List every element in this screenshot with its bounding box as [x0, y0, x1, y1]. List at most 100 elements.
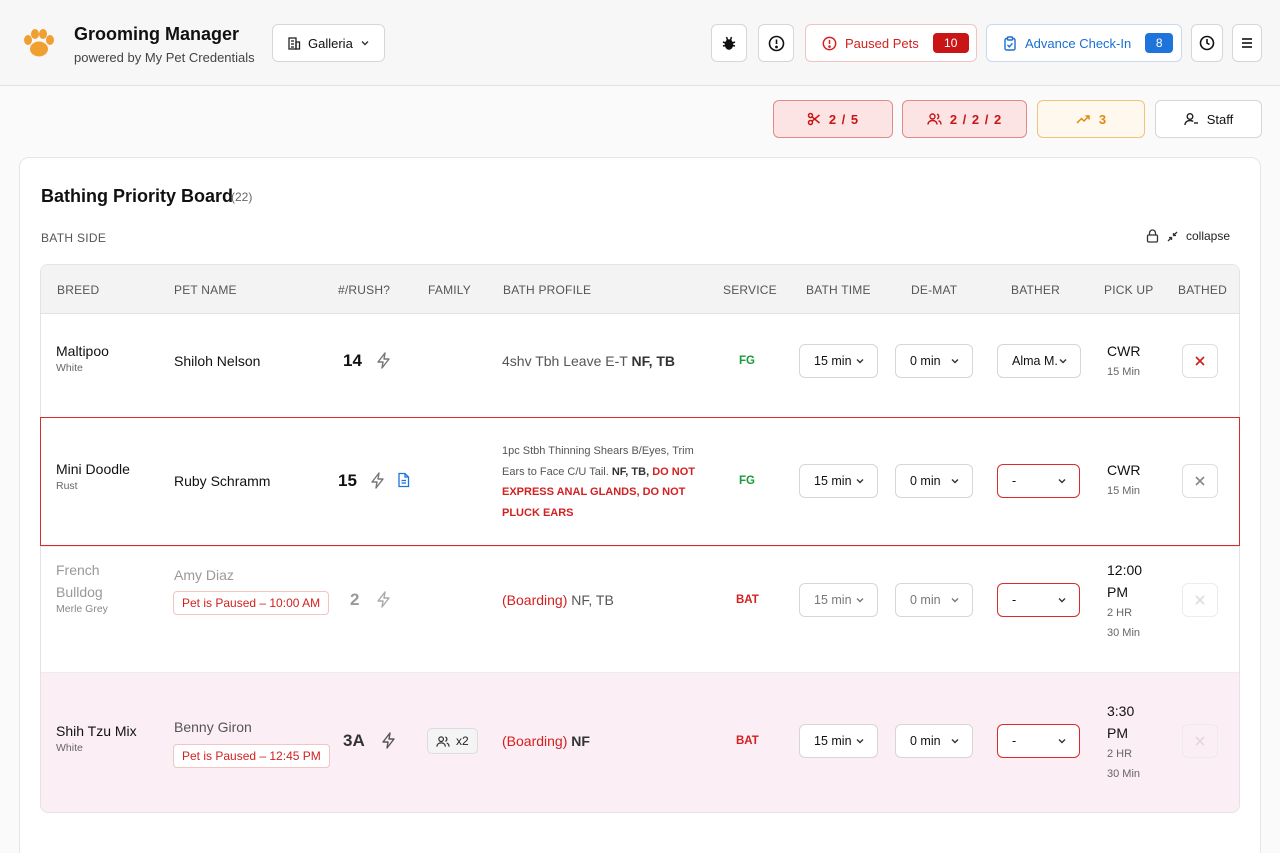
de-mat-select[interactable]: 0 min — [895, 724, 973, 758]
mark-bathed-button[interactable] — [1182, 583, 1218, 617]
clipboard-check-icon — [1003, 35, 1017, 51]
de-mat-value: 0 min — [910, 593, 941, 607]
service-code: BAT — [736, 594, 759, 606]
breed-name: Maltipoo — [56, 343, 109, 359]
bath-profile: 1pc Stbh Thinning Shears B/Eyes, Trim Ea… — [502, 441, 707, 523]
pickup-time: 12:00 — [1107, 562, 1143, 578]
bather-select[interactable]: - — [997, 464, 1080, 498]
column-header-bath-time[interactable]: BATH TIME — [806, 283, 871, 297]
pickup-eta: 15 Min — [1107, 485, 1141, 497]
profile-bold-text: NF, TB — [631, 353, 676, 369]
de-mat-select[interactable]: 0 min — [895, 344, 973, 378]
pet-name[interactable]: Benny Giron — [174, 719, 252, 735]
bathing-table: BREED PET NAME #/RUSH? FAMILY BATH PROFI… — [40, 264, 1240, 813]
boarding-tag: (Boarding) — [502, 592, 568, 608]
column-header-de-mat[interactable]: DE-MAT — [911, 283, 957, 297]
breed-name-line2: Bulldog — [56, 584, 103, 600]
alerts-button[interactable] — [758, 24, 794, 62]
scissors-icon — [807, 112, 821, 126]
pickup-cell: 3:30 PM 2 HR 30 Min — [1107, 700, 1140, 784]
pickup-eta-minutes: 30 Min — [1107, 768, 1141, 780]
column-header-breed[interactable]: BREED — [57, 283, 99, 297]
mark-bathed-button[interactable] — [1182, 724, 1218, 758]
bolt-icon[interactable] — [376, 352, 391, 369]
service-code: BAT — [736, 735, 759, 747]
paw-icon — [22, 26, 56, 60]
table-row[interactable]: French Bulldog Merle Grey Amy Diaz Pet i… — [41, 547, 1239, 673]
table-row[interactable]: Maltipoo White Shiloh Nelson 14 4shv Tbh… — [41, 314, 1239, 418]
pickup-cell: CWR 15 Min — [1107, 459, 1140, 501]
x-icon — [1194, 594, 1206, 606]
family-tag[interactable]: x2 — [427, 728, 478, 754]
location-label: Galleria — [308, 35, 353, 51]
pickup-meridiem: PM — [1107, 584, 1128, 600]
service-code: FG — [739, 355, 755, 367]
bolt-icon[interactable] — [376, 591, 391, 608]
pet-name[interactable]: Shiloh Nelson — [174, 353, 260, 369]
chevron-down-icon — [1057, 595, 1067, 605]
bath-time-select[interactable]: 15 min — [799, 344, 878, 378]
column-header-bather[interactable]: BATHER — [1011, 283, 1060, 297]
pet-name[interactable]: Amy Diaz — [174, 567, 234, 583]
column-header-rush[interactable]: #/RUSH? — [338, 283, 390, 297]
groom-capacity-stat[interactable]: 2 / 5 — [773, 100, 893, 138]
paused-status-tag: Pet is Paused – 12:45 PM — [173, 744, 330, 768]
lock-icon — [1146, 229, 1159, 243]
menu-button[interactable] — [1232, 24, 1262, 62]
bug-icon — [721, 35, 737, 51]
history-button[interactable] — [1191, 24, 1223, 62]
table-header: BREED PET NAME #/RUSH? FAMILY BATH PROFI… — [41, 265, 1239, 314]
de-mat-select[interactable]: 0 min — [895, 464, 973, 498]
bolt-icon[interactable] — [370, 472, 385, 489]
collapse-label: collapse — [1186, 229, 1231, 243]
bather-value: - — [1012, 474, 1017, 488]
bath-time-select[interactable]: 15 min — [799, 724, 878, 758]
profile-bold-text: NF — [567, 733, 590, 749]
advance-checkin-button[interactable]: Advance Check-In 8 — [986, 24, 1182, 62]
bather-select[interactable]: - — [997, 724, 1080, 758]
collapse-toggle[interactable]: collapse — [1146, 229, 1230, 243]
document-icon[interactable] — [397, 472, 410, 488]
chevron-down-icon — [1057, 476, 1067, 486]
pet-name[interactable]: Ruby Schramm — [174, 473, 270, 489]
de-mat-select[interactable]: 0 min — [895, 583, 973, 617]
location-select[interactable]: Galleria — [272, 24, 385, 62]
column-header-pick-up[interactable]: PICK UP — [1104, 283, 1153, 297]
profile-text: 4shv Tbh Leave E-T — [502, 353, 632, 369]
bath-time-select[interactable]: 15 min — [799, 464, 878, 498]
bather-select[interactable]: - — [997, 583, 1080, 617]
table-row[interactable]: Mini Doodle Rust Ruby Schramm 15 1pc Stb… — [41, 418, 1239, 547]
mark-bathed-button[interactable] — [1182, 344, 1218, 378]
breed-name: Mini Doodle — [56, 461, 130, 477]
bath-capacity-stat[interactable]: 2 / 2 / 2 — [902, 100, 1027, 138]
chevron-down-icon — [950, 736, 960, 746]
groom-capacity-value: 2 / 5 — [828, 111, 860, 127]
mark-bathed-button[interactable] — [1182, 464, 1218, 498]
bather-select[interactable]: Alma M. — [997, 344, 1081, 378]
menu-icon — [1240, 37, 1254, 49]
pickup-eta-hours: 2 HR — [1107, 607, 1133, 619]
bath-time-select[interactable]: 15 min — [799, 583, 878, 617]
chevron-down-icon — [855, 476, 865, 486]
column-header-pet-name[interactable]: PET NAME — [174, 283, 237, 297]
pickup-eta-minutes: 30 Min — [1107, 627, 1141, 639]
breed-color: Rust — [56, 480, 78, 492]
de-mat-value: 0 min — [910, 354, 941, 368]
column-header-service[interactable]: SERVICE — [723, 283, 777, 297]
bolt-icon[interactable] — [381, 732, 396, 749]
column-header-family[interactable]: FAMILY — [428, 283, 471, 297]
staff-button[interactable]: Staff — [1155, 100, 1262, 138]
alert-circle-icon — [822, 36, 837, 51]
bug-report-button[interactable] — [711, 24, 747, 62]
trend-stat[interactable]: 3 — [1037, 100, 1145, 138]
bath-profile: (Boarding) NF, TB — [502, 592, 614, 608]
column-header-bathed[interactable]: BATHED — [1178, 283, 1227, 297]
column-header-bath-profile[interactable]: BATH PROFILE — [503, 283, 591, 297]
queue-number: 15 — [338, 471, 357, 490]
paused-pets-button[interactable]: Paused Pets 10 — [805, 24, 977, 62]
collapse-arrows-icon — [1167, 231, 1178, 242]
table-row[interactable]: Shih Tzu Mix White Benny Giron Pet is Pa… — [41, 673, 1239, 812]
chevron-down-icon — [950, 595, 960, 605]
staff-label: Staff — [1206, 111, 1234, 127]
chevron-down-icon — [1058, 356, 1068, 366]
